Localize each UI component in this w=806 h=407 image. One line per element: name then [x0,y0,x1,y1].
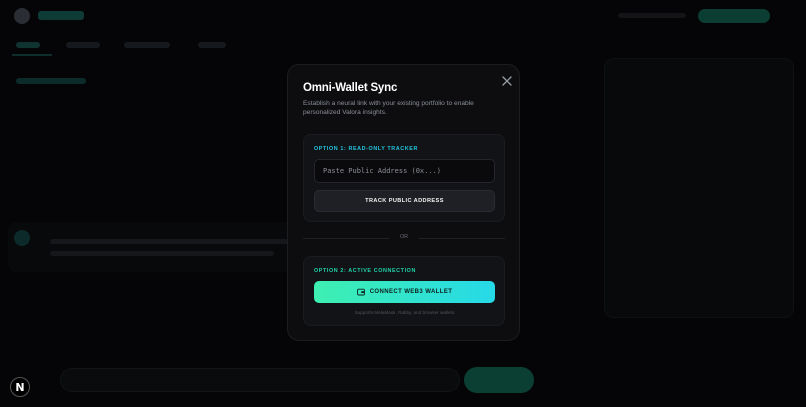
bg-text-line [50,251,274,256]
connect-wallet-label: CONNECT WEB3 WALLET [369,289,453,295]
read-only-tracker-panel: OPTION 1: READ-ONLY TRACKER TRACK PUBLIC… [303,134,505,222]
bg-tab [16,42,40,48]
close-icon [502,76,512,86]
modal-title: Omni-Wallet Sync [303,82,398,94]
top-nav-link [618,13,686,18]
bg-tab [124,42,170,48]
bg-avatar [14,230,30,246]
close-button[interactable] [501,74,513,86]
or-text: OR [399,234,409,240]
divider-line [419,238,505,239]
option1-label: OPTION 1: READ-ONLY TRACKER [314,146,418,152]
active-connection-panel: OPTION 2: ACTIVE CONNECTION CONNECT WEB3… [303,256,505,326]
bg-send-button [464,367,534,393]
bg-tab [198,42,226,48]
wallet-icon [356,288,365,296]
bg-chat-input [60,368,460,392]
bg-side-panel [604,58,794,318]
framework-badge-letter: N [15,380,25,394]
bg-tab [66,42,100,48]
bg-message-card [8,222,308,272]
public-address-input[interactable] [314,159,495,183]
top-action-button [698,9,770,23]
or-divider: OR [303,233,505,243]
option2-label: OPTION 2: ACTIVE CONNECTION [314,268,416,274]
divider-line [303,238,389,239]
bg-tab-underline [12,54,52,56]
track-public-address-button[interactable]: TRACK PUBLIC ADDRESS [314,190,495,212]
framework-badge[interactable]: N [10,377,30,397]
modal-description: Establish a neural link with your existi… [303,100,474,116]
bg-link [16,78,86,84]
app-logo [14,8,30,24]
supported-wallets-text: Supports MetaMask, Rabby, and browser wa… [354,310,456,315]
wallet-sync-modal: Omni-Wallet Sync Establish a neural link… [287,64,520,341]
app-brand [38,11,84,20]
bg-text-line [50,239,290,244]
connect-wallet-button[interactable]: CONNECT WEB3 WALLET [314,281,495,303]
